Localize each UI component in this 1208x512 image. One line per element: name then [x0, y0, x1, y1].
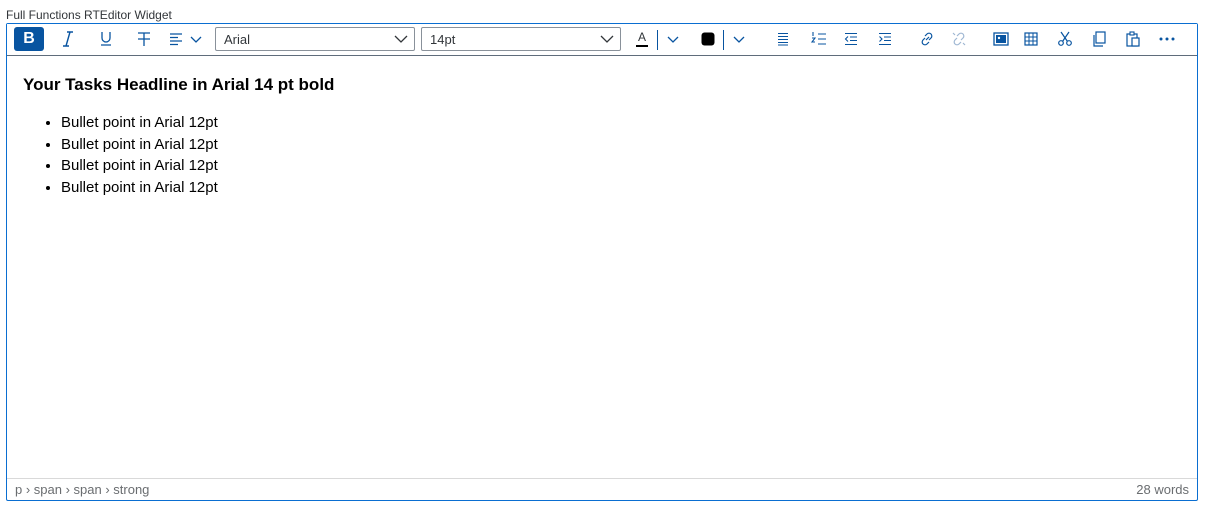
toolbar-separator: [723, 30, 724, 50]
italic-button[interactable]: [57, 27, 79, 51]
indent-button[interactable]: [875, 27, 895, 51]
font-size-select[interactable]: 14pt: [421, 27, 621, 51]
strikethrough-button[interactable]: [133, 27, 155, 51]
copy-icon: [1093, 31, 1106, 47]
more-button[interactable]: [1157, 27, 1177, 51]
background-color-icon: [701, 32, 715, 46]
indent-icon: [879, 32, 891, 46]
outdent-icon: [844, 32, 857, 46]
more-icon: [1159, 37, 1175, 41]
toolbar-separator: [657, 30, 658, 50]
insert-image-button[interactable]: [991, 27, 1011, 51]
strikethrough-icon: [138, 32, 150, 46]
insert-table-button[interactable]: [1021, 27, 1041, 51]
font-family-select[interactable]: Arial: [215, 27, 415, 51]
list-item: Bullet point in Arial 12pt: [61, 177, 218, 199]
link-icon: [921, 32, 933, 46]
chevron-down-icon: [667, 36, 679, 43]
font-size-value: 14pt: [430, 31, 456, 47]
text-color-button[interactable]: A: [631, 27, 653, 51]
copy-button[interactable]: [1089, 27, 1109, 51]
chevron-down-icon: [394, 35, 408, 43]
text-color-dropdown[interactable]: [664, 27, 682, 51]
image-icon: [993, 32, 1009, 46]
chevron-down-icon: [733, 36, 745, 43]
text-color-swatch: [636, 45, 648, 47]
content-headline: Your Tasks Headline in Arial 14 pt bold: [23, 75, 335, 94]
unordered-list-icon: [778, 33, 788, 46]
align-button[interactable]: [167, 27, 205, 51]
font-family-value: Arial: [224, 31, 251, 47]
paste-button[interactable]: [1123, 27, 1143, 51]
unlink-icon: [952, 32, 966, 46]
underline-button[interactable]: [95, 27, 117, 51]
chevron-down-icon: [190, 36, 202, 43]
link-button[interactable]: [917, 27, 937, 51]
rich-text-editor[interactable]: B Arial 14pt A Your Tasks Headline in Ar…: [6, 23, 1198, 501]
table-icon: [1024, 32, 1038, 46]
background-color-button[interactable]: [697, 27, 719, 51]
unordered-list-button[interactable]: [773, 27, 793, 51]
ordered-list-button[interactable]: [809, 27, 829, 51]
list-item: Bullet point in Arial 12pt: [61, 112, 218, 134]
list-item: Bullet point in Arial 12pt: [61, 155, 218, 177]
widget-title: Full Functions RTEditor Widget: [6, 8, 172, 22]
cut-button[interactable]: [1055, 27, 1075, 51]
underline-icon: [101, 32, 111, 46]
cut-icon: [1058, 31, 1072, 46]
editor-statusbar: p › span › span › strong 28 words: [7, 478, 1197, 500]
background-color-dropdown[interactable]: [730, 27, 748, 51]
text-color-icon: A: [637, 30, 646, 44]
list-item: Bullet point in Arial 12pt: [61, 134, 218, 156]
chevron-down-icon: [600, 35, 614, 43]
align-left-icon: [170, 33, 182, 46]
bullet-list: Bullet point in Arial 12pt Bullet point …: [23, 112, 218, 198]
editor-toolbar: B Arial 14pt A: [7, 24, 1197, 56]
element-path[interactable]: p › span › span › strong: [15, 482, 149, 497]
word-count: 28 words: [1136, 482, 1189, 497]
editor-content-area[interactable]: Your Tasks Headline in Arial 14 pt bold …: [7, 56, 1197, 478]
bold-button[interactable]: B: [14, 27, 44, 51]
outdent-button[interactable]: [841, 27, 861, 51]
unlink-button[interactable]: [949, 27, 969, 51]
italic-icon: [63, 31, 73, 47]
paste-icon: [1126, 31, 1140, 47]
ordered-list-icon: [811, 32, 826, 45]
